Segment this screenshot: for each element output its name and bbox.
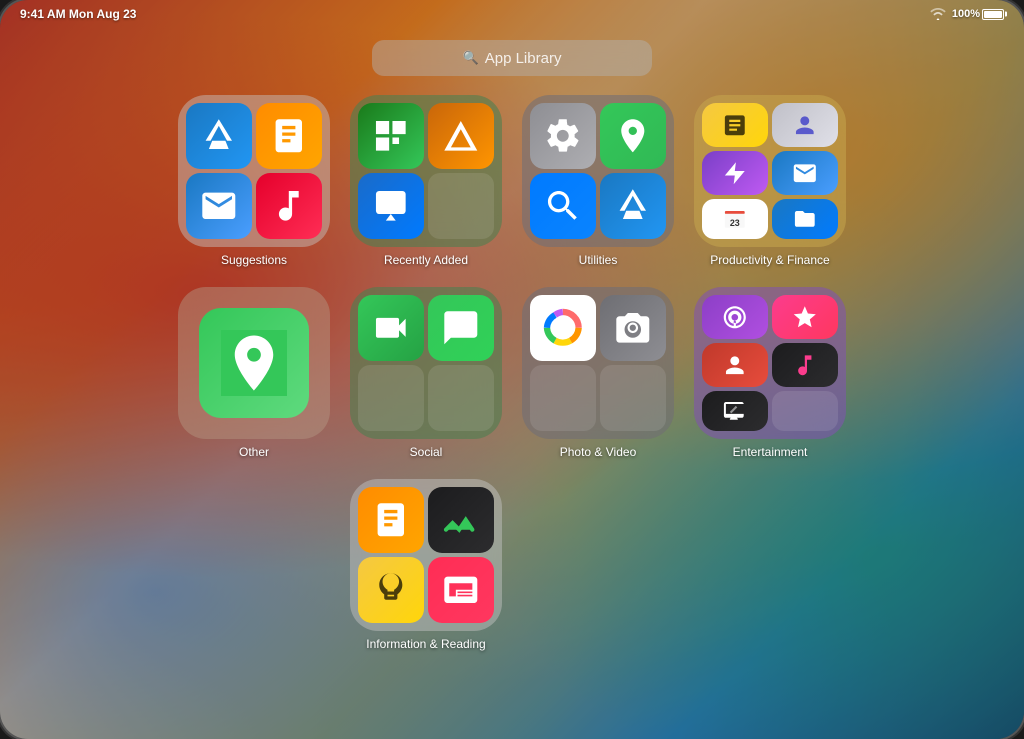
folder-utilities[interactable]: Utilities [522,95,674,267]
icon-numbers [358,103,424,169]
icon-books [256,103,322,169]
icon-magnifier [530,173,596,239]
search-placeholder: App Library [485,50,562,67]
icon-keynote [428,103,494,169]
search-icon: 🔍 [463,50,479,66]
folder-productivity-inner: 23 [694,95,846,247]
ipad-frame: 9:41 AM Mon Aug 23 100% 🔍 App Library [0,0,1024,739]
icon-mail-2 [772,151,838,195]
icon-tips [358,557,424,623]
icon-calendar: 23 [702,199,768,239]
icon-podcasts [702,295,768,339]
icon-photo-booth [702,343,768,387]
icon-files [772,199,838,239]
folder-information-label: Information & Reading [366,637,485,651]
folder-social[interactable]: Social [350,287,502,459]
search-bar[interactable]: 🔍 App Library [372,40,652,76]
folder-utilities-inner [522,95,674,247]
folder-photo-video-inner [522,287,674,439]
battery-icon [982,9,1004,20]
icon-ibooks [358,487,424,553]
folder-information-inner [350,479,502,631]
icon-mail [186,173,252,239]
icon-appletv [702,391,768,431]
folder-suggestions[interactable]: Suggestions [178,95,330,267]
app-grid: Suggestions Recently Added [178,95,846,651]
wifi-icon [930,8,946,20]
folder-productivity-label: Productivity & Finance [710,253,829,267]
folder-social-inner [350,287,502,439]
icon-notes [702,103,768,147]
icon-keynote-blue [358,173,424,239]
folder-utilities-label: Utilities [579,253,618,267]
folder-photo-video[interactable]: Photo & Video [522,287,674,459]
folder-other[interactable]: Other [178,287,330,459]
icon-news [428,557,494,623]
battery-display: 100% [952,8,1004,20]
icon-appstore [186,103,252,169]
folder-suggestions-inner [178,95,330,247]
folder-entertainment-inner [694,287,846,439]
icon-social-empty-1 [358,365,424,431]
folder-social-label: Social [410,445,443,459]
folder-photo-video-label: Photo & Video [560,445,637,459]
icon-music [256,173,322,239]
icon-photo-empty-2 [600,365,666,431]
icon-shortcuts [702,151,768,195]
folder-recently-added-inner [350,95,502,247]
status-right: 100% [930,8,1004,20]
folder-information[interactable]: Information & Reading [350,479,502,651]
svg-text:23: 23 [730,218,740,228]
icon-social-empty-2 [428,365,494,431]
status-time: 9:41 AM Mon Aug 23 [20,7,136,21]
folder-recently-added[interactable]: Recently Added [350,95,502,267]
folder-other-label: Other [239,445,269,459]
icon-messages [428,295,494,361]
icon-maps [199,308,309,418]
folder-productivity[interactable]: 23 Productivity & Finance [694,95,846,267]
icon-photo-empty-1 [530,365,596,431]
icon-itunes [772,295,838,339]
folder-suggestions-label: Suggestions [221,253,287,267]
icon-music-dark [772,343,838,387]
icon-settings [530,103,596,169]
icon-contacts [772,103,838,147]
status-bar: 9:41 AM Mon Aug 23 100% [0,0,1024,28]
icon-photos [530,295,596,361]
icon-empty [428,173,494,239]
folder-entertainment[interactable]: Entertainment [694,287,846,459]
folder-recently-added-label: Recently Added [384,253,468,267]
icon-stocks [428,487,494,553]
icon-camera [600,295,666,361]
icon-appstore-2 [600,173,666,239]
folder-entertainment-label: Entertainment [733,445,808,459]
icon-findmy [600,103,666,169]
folder-other-inner [178,287,330,439]
icon-facetime [358,295,424,361]
icon-entertainment-empty [772,391,838,431]
